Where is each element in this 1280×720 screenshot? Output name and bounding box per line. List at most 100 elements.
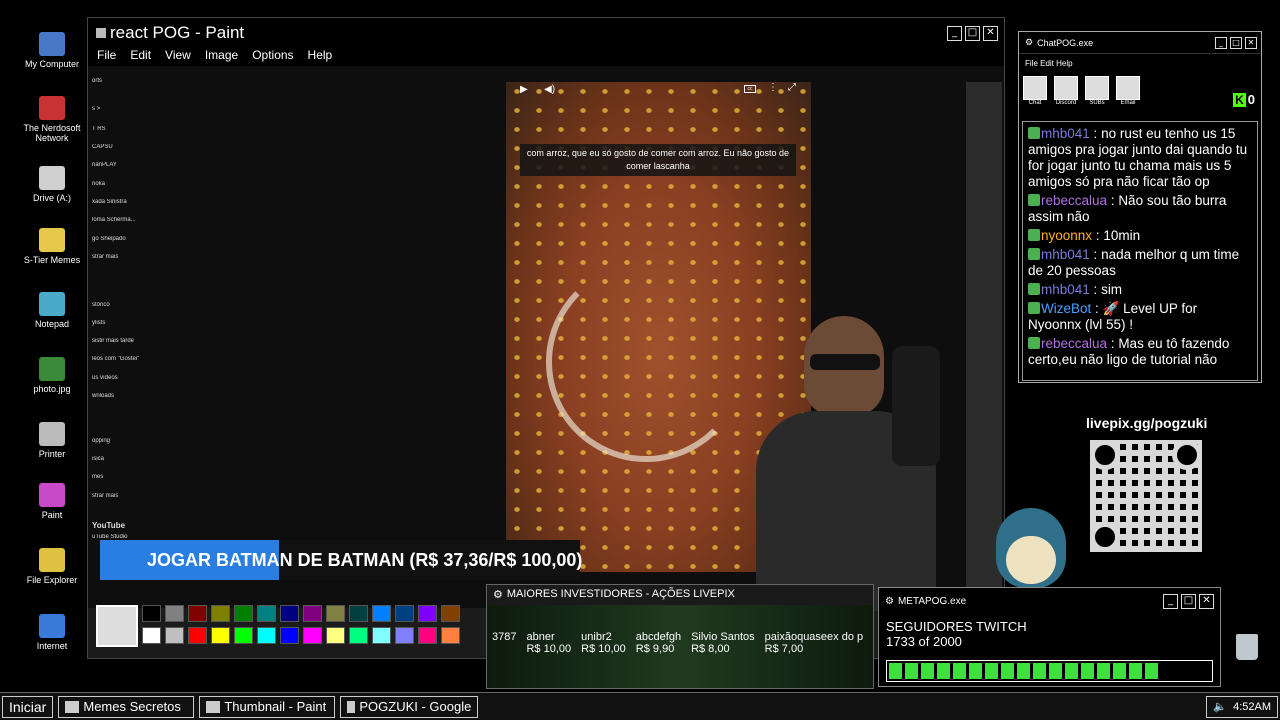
youtube-sidebar-item[interactable]: us vídeos <box>92 375 160 381</box>
chat-tab[interactable]: SUBs <box>1083 76 1111 106</box>
youtube-sidebar-item[interactable]: YouTube <box>92 521 160 530</box>
youtube-sidebar-item[interactable]: go Sheipado <box>92 236 160 242</box>
color-swatch[interactable] <box>257 627 276 644</box>
color-swatch[interactable] <box>303 605 322 622</box>
color-swatch[interactable] <box>280 605 299 622</box>
desktop-icon[interactable]: Printer <box>18 422 86 459</box>
color-swatch[interactable] <box>372 605 391 622</box>
youtube-sidebar-item[interactable]: s > <box>92 106 160 112</box>
more-icon[interactable]: ⋮ <box>768 82 778 93</box>
color-swatch[interactable] <box>142 605 161 622</box>
color-swatch[interactable] <box>418 627 437 644</box>
taskbar-item[interactable]: POGZUKI - Google <box>340 695 479 718</box>
menu-item[interactable]: Help <box>308 48 333 66</box>
youtube-sidebar-item[interactable]: rioka <box>92 181 160 187</box>
close-button[interactable]: ✕ <box>983 25 998 41</box>
color-swatch[interactable] <box>257 605 276 622</box>
youtube-sidebar-item[interactable]: sistir mais tarde <box>92 338 160 344</box>
minimize-button[interactable]: _ <box>947 25 962 41</box>
color-swatch[interactable] <box>165 605 184 622</box>
color-swatch[interactable] <box>188 605 207 622</box>
desktop-icon[interactable]: Notepad <box>18 292 86 329</box>
menu-item[interactable]: Options <box>252 48 293 66</box>
youtube-sidebar-item[interactable]: stórico <box>92 302 160 308</box>
color-swatch[interactable] <box>234 605 253 622</box>
menu-item[interactable]: Edit <box>130 48 151 66</box>
start-button[interactable]: Iniciar <box>2 695 54 718</box>
chat-menubar[interactable]: File Edit Help <box>1019 54 1261 73</box>
color-swatch[interactable] <box>303 627 322 644</box>
color-swatch[interactable] <box>395 627 414 644</box>
metapog-titlebar[interactable]: ⚙ METAPOG.exe _ □ ✕ <box>879 588 1220 614</box>
color-swatch[interactable] <box>326 627 345 644</box>
paint-canvas[interactable]: orts s > T RS CAPSU nanPLAY rioka xada Sinistr… <box>88 66 1066 612</box>
desktop-icon[interactable]: photo.jpg <box>18 357 86 394</box>
recycle-bin-icon[interactable] <box>1236 634 1258 660</box>
fullscreen-icon[interactable]: ⤢ <box>788 82 796 93</box>
color-swatch[interactable] <box>441 605 460 622</box>
chat-maximize-button[interactable]: □ <box>1230 36 1242 49</box>
desktop-icon[interactable]: Internet <box>18 614 86 651</box>
captions-icon[interactable]: cc <box>744 85 756 93</box>
color-swatch[interactable] <box>211 605 230 622</box>
chat-close-button[interactable]: ✕ <box>1245 36 1257 49</box>
color-swatch[interactable] <box>349 627 368 644</box>
volume-icon[interactable]: ◀) <box>544 84 555 95</box>
taskbar-item[interactable]: Memes Secretos <box>58 695 195 718</box>
color-swatch[interactable] <box>372 627 391 644</box>
desktop-icon[interactable]: My Computer <box>18 32 86 69</box>
youtube-sidebar-item[interactable]: CAPSU <box>92 144 160 150</box>
taskbar-item[interactable]: Thumbnail - Paint <box>199 695 336 718</box>
menu-item[interactable]: Image <box>205 48 238 66</box>
desktop-icon[interactable]: File Explorer <box>18 548 86 585</box>
youtube-sidebar-item[interactable]: leos com "Gostei" <box>92 356 160 362</box>
youtube-sidebar-item[interactable]: orts <box>92 78 160 84</box>
desktop-icon[interactable]: The Nerdosoft Network <box>18 96 86 143</box>
menu-item[interactable]: File <box>97 48 116 66</box>
youtube-sidebar-item[interactable]: wnloads <box>92 393 160 399</box>
chat-username[interactable]: rebeccalua <box>1041 336 1107 351</box>
metapog-minimize-button[interactable]: _ <box>1163 593 1178 609</box>
desktop-icon[interactable]: Drive (A:) <box>18 166 86 203</box>
chat-minimize-button[interactable]: _ <box>1215 36 1227 49</box>
chat-username[interactable]: mhb041 <box>1041 282 1090 297</box>
color-swatch[interactable] <box>349 605 368 622</box>
desktop-icon[interactable]: S-Tier Memes <box>18 228 86 265</box>
color-swatch[interactable] <box>142 627 161 644</box>
color-swatch[interactable] <box>441 627 460 644</box>
youtube-sidebar-item[interactable]: loma Scherma... <box>92 217 160 223</box>
maximize-button[interactable]: □ <box>965 25 980 41</box>
paint-titlebar[interactable]: react POG - Paint _ □ ✕ <box>88 18 1004 48</box>
youtube-sidebar-item[interactable]: T RS <box>92 126 160 132</box>
youtube-sidebar-item[interactable]: isica <box>92 456 160 462</box>
metapog-maximize-button[interactable]: □ <box>1181 593 1196 609</box>
youtube-sidebar-item[interactable]: nanPLAY <box>92 162 160 168</box>
color-swatch[interactable] <box>418 605 437 622</box>
chat-tab[interactable]: Chat <box>1021 76 1049 106</box>
chat-username[interactable]: nyoonnx <box>1041 228 1092 243</box>
youtube-sidebar-item[interactable]: strar mais <box>92 254 160 260</box>
chat-username[interactable]: WizeBot <box>1041 301 1091 316</box>
chat-username[interactable]: rebeccalua <box>1041 193 1107 208</box>
youtube-sidebar-item[interactable]: strar mais <box>92 493 160 499</box>
youtube-sidebar-item[interactable]: opping <box>92 438 160 444</box>
desktop-icon[interactable]: Paint <box>18 483 86 520</box>
chat-tab[interactable]: Email <box>1114 76 1142 106</box>
volume-tray-icon[interactable]: 🔈 <box>1213 700 1227 713</box>
color-swatch[interactable] <box>188 627 207 644</box>
color-swatch[interactable] <box>165 627 184 644</box>
color-swatch[interactable] <box>395 605 414 622</box>
play-icon[interactable]: ▶ <box>520 84 528 95</box>
youtube-sidebar-item[interactable]: mes <box>92 474 160 480</box>
chat-username[interactable]: mhb041 <box>1041 126 1090 141</box>
menu-item[interactable]: View <box>165 48 191 66</box>
color-swatch[interactable] <box>211 627 230 644</box>
current-color-box[interactable] <box>96 605 138 647</box>
youtube-sidebar-item[interactable]: ylists <box>92 320 160 326</box>
chat-titlebar[interactable]: ⚙ ChatPOG.exe _ □ ✕ <box>1019 32 1261 54</box>
youtube-sidebar-item[interactable]: xada Sinistra <box>92 199 160 205</box>
chat-tab[interactable]: Discord <box>1052 76 1080 106</box>
chat-username[interactable]: mhb041 <box>1041 247 1090 262</box>
color-swatch[interactable] <box>234 627 253 644</box>
metapog-close-button[interactable]: ✕ <box>1199 593 1214 609</box>
